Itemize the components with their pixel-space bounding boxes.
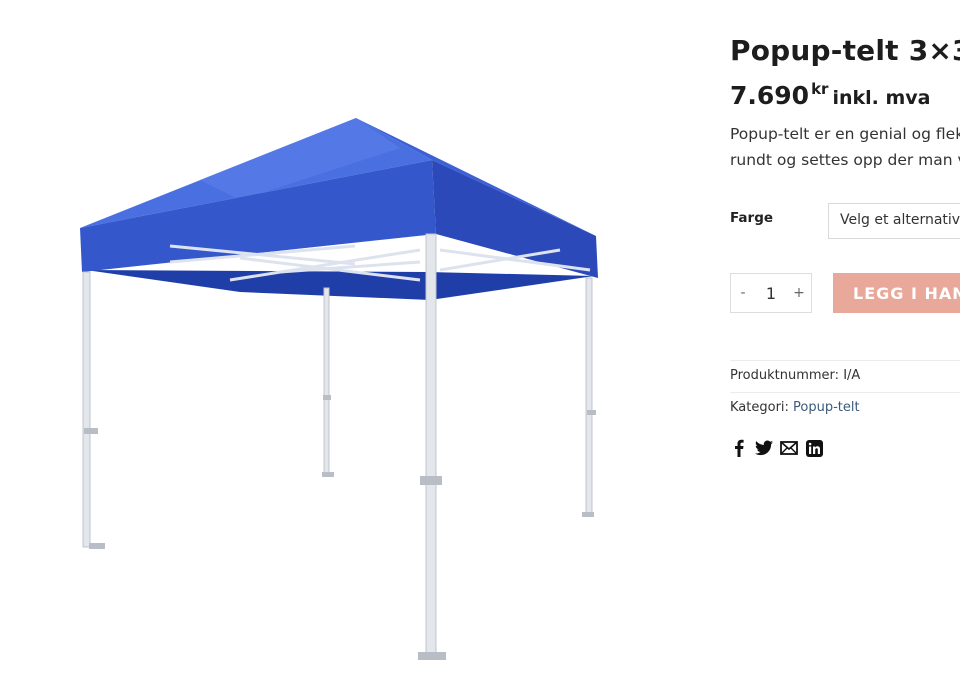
sku-label: Produktnummer: [730, 368, 840, 383]
divider [730, 392, 960, 393]
price-currency: kr [811, 80, 829, 98]
product-price: 7.690 kr inkl. mva [730, 80, 930, 110]
popup-tent-illustration [80, 118, 598, 660]
quantity-stepper: - 1 + [730, 273, 812, 313]
quantity-decrease-button[interactable]: - [731, 285, 755, 301]
category-link[interactable]: Popup-telt [793, 400, 860, 415]
divider [730, 360, 960, 361]
facebook-icon[interactable] [730, 438, 748, 458]
share-icons [730, 438, 823, 458]
product-category: Kategori: Popup-telt [730, 400, 860, 415]
product-page: Popup-telt 3×3 me 7.690krinkl. mva Popup… [0, 0, 960, 691]
linkedin-icon[interactable] [805, 438, 823, 458]
color-select[interactable]: Velg et alternativ [828, 203, 960, 239]
quantity-input[interactable]: 1 [755, 284, 787, 303]
twitter-icon[interactable] [755, 438, 773, 458]
product-image[interactable] [0, 0, 690, 691]
product-title: Popup-telt 3×3 me [730, 34, 960, 67]
description-line: Popup-telt er en genial og fleks [730, 125, 960, 143]
price-tax-suffix: inkl. mva [832, 87, 931, 109]
quantity-increase-button[interactable]: + [787, 285, 811, 301]
add-to-cart-button[interactable]: LEGG I HAND [833, 273, 960, 313]
price-amount: 7.690 [730, 81, 810, 110]
description-line: rundt og settes opp der man vil. [730, 151, 960, 169]
category-label: Kategori: [730, 400, 789, 415]
variation-label-color: Farge [730, 210, 774, 226]
email-icon[interactable] [780, 438, 798, 458]
sku-value: I/A [843, 368, 861, 383]
product-sku: Produktnummer: I/A [730, 368, 860, 383]
product-short-description: Popup-telt er en genial og fleks rundt o… [730, 121, 960, 173]
